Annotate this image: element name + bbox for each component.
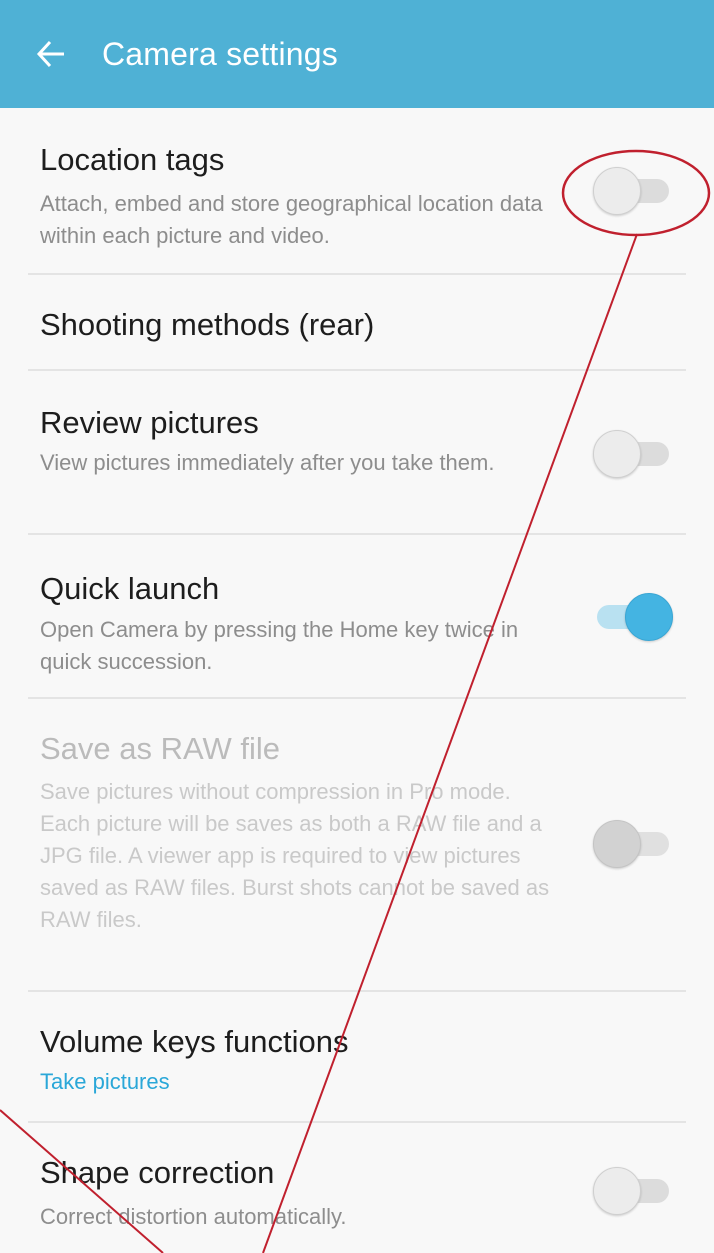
setting-description: View pictures immediately after you take… [40, 450, 495, 475]
review-pictures-toggle[interactable] [593, 429, 673, 479]
back-button[interactable] [36, 36, 66, 72]
setting-title: Location tags [40, 142, 225, 177]
setting-shooting-methods[interactable]: Shooting methods (rear) [0, 275, 714, 371]
toggle-thumb [593, 1167, 641, 1215]
arrow-left-icon [36, 40, 64, 68]
setting-title: Save as RAW file [40, 731, 281, 766]
setting-description: Open Camera by pressing the Home key twi… [40, 617, 519, 674]
setting-shape-correction[interactable]: Shape correction Correct distortion auto… [0, 1123, 714, 1253]
setting-title: Review pictures [40, 405, 259, 440]
toggle-thumb [593, 820, 641, 868]
location-tags-toggle[interactable] [593, 166, 673, 216]
toggle-thumb [593, 167, 641, 215]
setting-title: Shooting methods (rear) [40, 307, 375, 342]
save-as-raw-toggle [593, 819, 673, 869]
setting-review-pictures[interactable]: Review pictures View pictures immediatel… [0, 371, 714, 535]
setting-title: Volume keys functions [40, 1024, 349, 1059]
setting-title: Quick launch [40, 571, 220, 606]
setting-description: Save pictures without compression in Pro… [40, 779, 550, 932]
quick-launch-toggle[interactable] [593, 592, 673, 642]
app-bar: Camera settings [0, 0, 714, 108]
setting-description: Attach, embed and store geographical loc… [40, 191, 543, 248]
setting-location-tags[interactable]: Location tags Attach, embed and store ge… [0, 108, 714, 276]
toggle-thumb [593, 430, 641, 478]
setting-volume-keys[interactable]: Volume keys functions Take pictures [0, 992, 714, 1122]
toggle-thumb [625, 593, 673, 641]
setting-save-as-raw: Save as RAW file Save pictures without c… [0, 699, 714, 992]
setting-quick-launch[interactable]: Quick launch Open Camera by pressing the… [0, 535, 714, 699]
setting-description: Correct distortion automatically. [40, 1204, 347, 1229]
setting-title: Shape correction [40, 1155, 275, 1190]
setting-value: Take pictures [40, 1069, 170, 1094]
shape-correction-toggle[interactable] [593, 1166, 673, 1216]
page-title: Camera settings [102, 36, 338, 72]
